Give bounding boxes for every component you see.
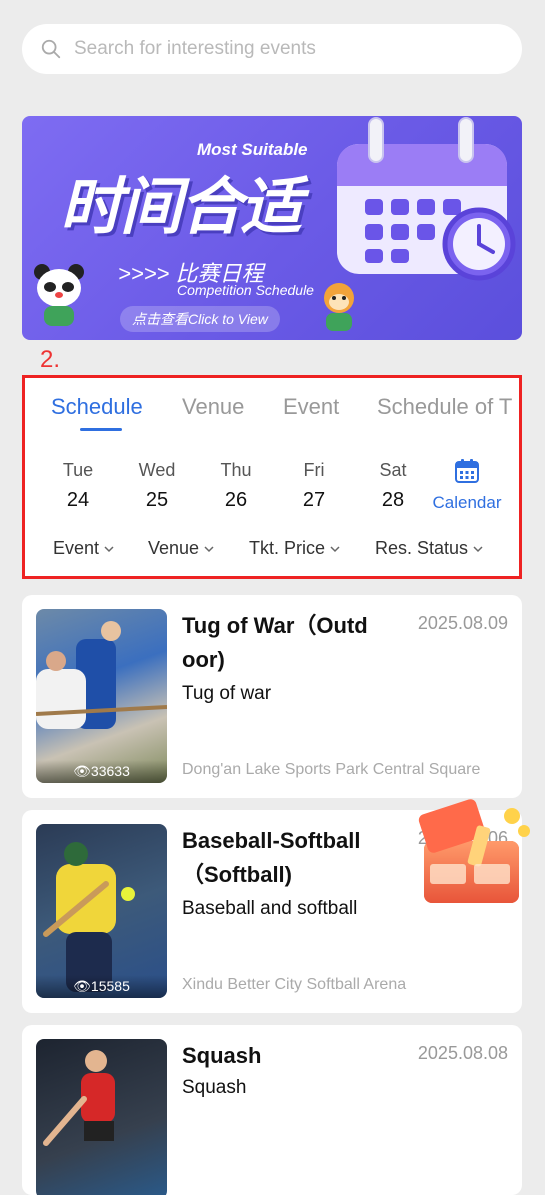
event-thumbnail: 👁33633 — [36, 609, 167, 783]
event-subtitle: Baseball and softball — [182, 898, 358, 919]
filter-reservation-status[interactable]: Res. Status — [375, 538, 483, 559]
active-tab-indicator — [80, 428, 122, 431]
tab-event[interactable]: Event — [283, 394, 339, 420]
tab-venue[interactable]: Venue — [182, 394, 244, 420]
event-thumbnail — [36, 1039, 167, 1195]
day-number: 27 — [302, 489, 326, 511]
day-number: 24 — [66, 489, 90, 511]
tab-schedule-of-t[interactable]: Schedule of T — [377, 394, 512, 420]
calendar-label: Calendar — [432, 493, 502, 512]
day-wed[interactable]: Wed 25 — [127, 460, 187, 512]
chevron-down-icon — [330, 545, 340, 552]
chevron-down-icon — [104, 545, 114, 552]
day-thu[interactable]: Thu 26 — [206, 460, 266, 512]
banner-cta-button[interactable]: 点击查看Click to View — [120, 306, 280, 332]
banner-subtitle-en: Competition Schedule — [177, 282, 314, 298]
panda-mascot-icon — [34, 264, 84, 326]
filter-label: Tkt. Price — [249, 538, 326, 558]
day-of-week: Sat — [379, 460, 407, 480]
filter-ticket-price[interactable]: Tkt. Price — [249, 538, 340, 559]
event-title-line: oor) — [182, 647, 225, 672]
gift-box-icon[interactable] — [412, 786, 532, 916]
search-icon — [41, 39, 61, 59]
filter-label: Event — [53, 538, 100, 558]
event-title: Squash — [182, 1039, 382, 1073]
day-of-week: Thu — [220, 460, 252, 480]
chevron-down-icon — [204, 545, 214, 552]
view-count-value: 33633 — [90, 763, 130, 779]
section-number-label: 2. — [40, 346, 61, 373]
squash-photo — [43, 1050, 115, 1146]
chevron-down-icon — [473, 545, 483, 552]
eye-icon: 👁 — [73, 978, 91, 994]
event-title-line: （Softball) — [182, 862, 292, 887]
event-title-line: Squash — [182, 1043, 262, 1068]
event-title-line: Baseball-Softball — [182, 828, 361, 853]
event-date: 2025.08.08 — [417, 1043, 508, 1063]
event-card[interactable]: 👁33633 Tug of War（Outd oor) 2025.08.09 T… — [22, 595, 522, 798]
calendar-button[interactable]: Calendar — [427, 458, 507, 513]
day-fri[interactable]: Fri 27 — [284, 460, 344, 512]
day-number: 25 — [145, 489, 169, 511]
filter-venue[interactable]: Venue — [148, 538, 214, 559]
filter-event[interactable]: Event — [53, 538, 114, 559]
search-input[interactable] — [72, 37, 496, 61]
view-count-value: 15585 — [90, 978, 130, 994]
event-card[interactable]: Squash 2025.08.08 Squash — [22, 1025, 522, 1195]
eye-icon: 👁 — [73, 763, 91, 779]
filter-label: Res. Status — [375, 538, 469, 558]
calendar-icon — [455, 459, 479, 483]
search-bar[interactable] — [22, 24, 522, 74]
event-title: Baseball-Softball （Softball) — [182, 824, 382, 892]
monkey-mascot-icon — [324, 283, 354, 331]
event-title-line: Tug of War（Outd — [182, 613, 368, 638]
event-thumbnail: 👁15585 — [36, 824, 167, 998]
day-number: 28 — [381, 489, 405, 511]
event-subtitle: Tug of war — [182, 683, 272, 704]
event-subtitle: Squash — [182, 1077, 247, 1098]
view-count: 👁33633 — [36, 760, 167, 783]
day-number: 26 — [224, 489, 248, 511]
event-title: Tug of War（Outd oor) — [182, 609, 382, 677]
day-tue[interactable]: Tue 24 — [48, 460, 108, 512]
event-venue: Xindu Better City Softball Arena — [182, 976, 407, 993]
softball-photo — [43, 842, 135, 992]
banner-title: 时间合适 — [60, 173, 302, 242]
day-sat[interactable]: Sat 28 — [363, 460, 423, 512]
tab-schedule[interactable]: Schedule — [51, 394, 143, 420]
event-venue: Dong'an Lake Sports Park Central Square — [182, 761, 481, 778]
day-of-week: Tue — [62, 460, 94, 480]
schedule-banner[interactable]: Most Suitable 时间合适 >>>> 比赛日程 Competition… — [22, 116, 522, 340]
schedule-filter-panel: Schedule Venue Event Schedule of T Tue 2… — [22, 375, 522, 579]
tab-bar: Schedule Venue Event Schedule of T — [25, 378, 519, 438]
tug-of-war-photo — [36, 621, 167, 729]
filter-label: Venue — [148, 538, 200, 558]
event-date: 2025.08.09 — [417, 613, 508, 633]
calendar-illustration-icon — [337, 117, 516, 281]
view-count: 👁15585 — [36, 975, 167, 998]
day-of-week: Fri — [303, 460, 325, 480]
day-of-week: Wed — [138, 460, 176, 480]
